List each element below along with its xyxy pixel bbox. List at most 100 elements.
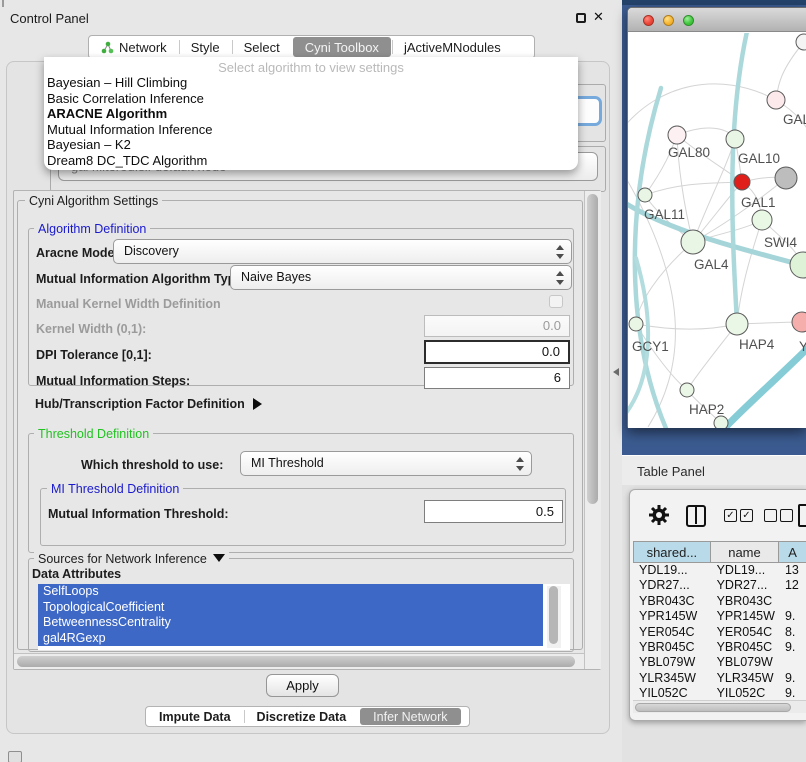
apply-button[interactable]: Apply — [266, 674, 339, 697]
network-node[interactable] — [790, 252, 806, 278]
attribute-list-item[interactable]: TopologicalCoefficient — [38, 600, 543, 616]
tab-cyni-toolbox[interactable]: Cyni Toolbox — [293, 37, 391, 57]
cyni-algorithm-settings-legend: Cyni Algorithm Settings — [25, 194, 162, 208]
attribute-list-item[interactable]: gal4RGexp — [38, 631, 543, 647]
table-row[interactable]: YDR27...YDR27...12 — [633, 578, 806, 593]
checked-checkbox-icon[interactable]: ✓ — [740, 509, 753, 522]
attributes-scrollbar[interactable] — [547, 586, 561, 648]
network-node[interactable] — [734, 174, 750, 190]
tab-network[interactable]: Network — [89, 36, 179, 58]
network-node[interactable] — [752, 210, 772, 230]
float-window-icon[interactable] — [576, 13, 586, 23]
panel-collapse-icon[interactable] — [613, 368, 619, 376]
settings-vertical-thumb[interactable] — [587, 194, 598, 504]
close-icon[interactable]: ✕ — [593, 9, 604, 25]
attribute-list-item[interactable]: BetweennessCentrality — [38, 615, 543, 631]
hub-definition-expander[interactable]: Hub/Transcription Factor Definition — [35, 397, 262, 411]
table-row[interactable]: YBR045CYBR045C9. — [633, 640, 806, 655]
aracne-mode-value: Discovery — [124, 244, 179, 258]
tab-discretize-data[interactable]: Discretize Data — [244, 707, 360, 726]
attribute-list-item[interactable]: SelfLoops — [38, 584, 543, 600]
network-canvas[interactable]: GALGAL80GAL10GAL1GAL11SWI4GAL4GCY1HAP4YH… — [628, 33, 806, 428]
stepper-icon — [556, 245, 564, 259]
network-window-titlebar[interactable] — [628, 8, 806, 32]
sources-expander[interactable]: Sources for Network Inference — [34, 552, 229, 566]
table-row[interactable]: YER054CYER054C8. — [633, 625, 806, 640]
settings-horizontal-thumb[interactable] — [17, 656, 575, 667]
network-node-label: GAL11 — [644, 207, 685, 222]
mi-steps-field[interactable]: 6 — [424, 367, 570, 389]
network-node[interactable] — [629, 317, 643, 331]
attributes-scroll-thumb[interactable] — [549, 586, 558, 644]
control-panel-titlebar: Control Panel ✕ — [0, 0, 622, 32]
algorithm-option[interactable]: Mutual Information Inference — [44, 122, 578, 138]
network-view-window: GALGAL80GAL10GAL1GAL11SWI4GAL4GCY1HAP4YH… — [627, 7, 806, 428]
network-node[interactable] — [767, 91, 785, 109]
table-cell: YBR045C — [633, 640, 711, 655]
manual-kernel-checkbox[interactable] — [549, 295, 563, 308]
table-row[interactable]: YBR043CYBR043C — [633, 594, 806, 609]
tab-infer-network[interactable]: Infer Network — [360, 708, 460, 725]
network-node[interactable] — [775, 167, 797, 189]
kernel-width-label: Kernel Width (0,1): — [36, 322, 146, 336]
kernel-width-field[interactable]: 0.0 — [424, 315, 570, 337]
aracne-mode-combo[interactable]: Discovery — [113, 239, 572, 264]
checked-checkbox-icon[interactable]: ✓ — [724, 509, 737, 522]
table-row[interactable]: YPR145WYPR145W9. — [633, 609, 806, 624]
tab-impute-data[interactable]: Impute Data — [146, 707, 244, 726]
tab-select[interactable]: Select — [232, 36, 292, 58]
algorithm-option[interactable]: Dream8 DC_TDC Algorithm — [44, 153, 578, 169]
mi-threshold-field[interactable]: 0.5 — [424, 500, 563, 523]
panel-grip-icon[interactable] — [8, 751, 22, 762]
table-column-header[interactable]: shared... — [633, 541, 711, 563]
columns-icon[interactable] — [686, 505, 706, 527]
table-horizontal-scrollbar[interactable] — [633, 700, 806, 713]
table-cell: YBR043C — [633, 594, 711, 609]
which-threshold-combo[interactable]: MI Threshold — [240, 451, 532, 476]
network-icon — [101, 41, 114, 54]
table-row[interactable]: YLR345WYLR345W9. — [633, 671, 806, 686]
algorithm-option[interactable]: Bayesian – Hill Climbing — [44, 75, 578, 91]
network-node[interactable] — [792, 312, 806, 332]
mi-type-value: Naive Bayes — [241, 270, 311, 284]
tab-jactivemnodules[interactable]: jActiveMNodules — [392, 36, 513, 58]
node-table: shared...nameA YDL19...YDL19...13YDR27..… — [633, 541, 806, 702]
algorithm-option[interactable]: Basic Correlation Inference — [44, 91, 578, 107]
table-column-header[interactable]: A — [779, 541, 806, 563]
dpi-tolerance-label: DPI Tolerance [0,1]: — [36, 348, 152, 362]
table-horizontal-thumb[interactable] — [635, 703, 791, 712]
algorithm-option[interactable]: ARACNE Algorithm — [44, 106, 578, 122]
gear-icon[interactable] — [648, 504, 670, 526]
network-node[interactable] — [714, 416, 728, 428]
tab-discretize-data-label: Discretize Data — [257, 710, 347, 724]
network-node[interactable] — [668, 126, 686, 144]
network-node[interactable] — [726, 313, 748, 335]
tab-infer-network-label: Infer Network — [373, 710, 447, 724]
settings-vertical-scrollbar[interactable] — [584, 191, 601, 669]
zoom-traffic-light[interactable] — [683, 15, 694, 26]
algorithm-dropdown-popup: Select algorithm to view settings Bayesi… — [44, 57, 578, 170]
table-row[interactable]: YDL19...YDL19...13 — [633, 563, 806, 578]
unchecked-checkbox-icon[interactable] — [764, 509, 777, 522]
unchecked-checkbox-icon[interactable] — [780, 509, 793, 522]
control-panel-tabbar: Network Style Select Cyni Toolbox jActiv… — [88, 35, 535, 59]
settings-horizontal-scrollbar[interactable] — [14, 653, 584, 669]
page-icon[interactable] — [798, 504, 806, 527]
network-node[interactable] — [681, 230, 705, 254]
minimize-traffic-light[interactable] — [663, 15, 674, 26]
table-cell: YDR27... — [711, 578, 779, 593]
network-node[interactable] — [638, 188, 652, 202]
network-node-label: GAL — [783, 112, 806, 127]
table-row[interactable]: YBL079WYBL079W — [633, 655, 806, 670]
network-node[interactable] — [680, 383, 694, 397]
table-cell: 9. — [779, 671, 806, 686]
network-node-label: GAL4 — [694, 257, 729, 272]
tab-style[interactable]: Style — [179, 36, 232, 58]
network-node[interactable] — [726, 130, 744, 148]
close-traffic-light[interactable] — [643, 15, 654, 26]
algorithm-option[interactable]: Bayesian – K2 — [44, 137, 578, 153]
dpi-tolerance-field[interactable]: 0.0 — [424, 340, 570, 364]
network-node[interactable] — [796, 34, 806, 50]
mi-type-combo[interactable]: Naive Bayes — [230, 265, 572, 290]
table-column-header[interactable]: name — [711, 541, 779, 563]
